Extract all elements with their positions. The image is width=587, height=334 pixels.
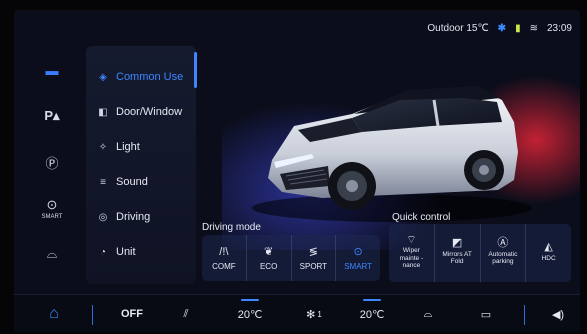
mode-smart-button[interactable]: ⊙ SMART: [336, 235, 380, 281]
fan-level-value: 1: [317, 309, 322, 319]
rear-defrost-icon: ▭: [480, 308, 492, 321]
mode-label: SMART: [344, 262, 373, 271]
front-defrost-icon: ⌓: [423, 307, 433, 320]
menu-item-label: Sound: [116, 176, 148, 188]
auto-park-icon: Ⓐ: [497, 237, 509, 250]
rail-parking[interactable]: Ⓟ: [22, 142, 82, 182]
driving-icon: ◎: [98, 211, 108, 223]
mode-label: COMF: [212, 261, 236, 271]
bluetooth-icon: ✱: [497, 22, 507, 34]
automatic-parking-button[interactable]: Ⓐ Automatic parking: [481, 224, 527, 282]
screen: Outdoor 15℃ ✱ ▮ ≋ 23:09 ▬ P▴ Ⓟ ⊙ SMART ⌓…: [14, 10, 580, 332]
car-icon: ▬: [45, 62, 59, 78]
driving-mode-title: Driving mode: [202, 222, 261, 233]
divider: [524, 305, 525, 325]
mode-sport-button[interactable]: ≶ SPORT: [292, 235, 337, 281]
rail-car-settings[interactable]: ▬: [22, 50, 82, 90]
sport-icon: ≶: [308, 246, 318, 258]
right-temp-indicator: [363, 299, 381, 301]
seat-heat-button[interactable]: ⫽: [174, 295, 198, 332]
sound-icon: ≡: [100, 176, 106, 188]
mode-eco-button[interactable]: ❦ ECO: [247, 235, 292, 281]
right-temp-control[interactable]: 20℃: [354, 295, 390, 332]
clock: 23:09: [546, 22, 572, 34]
ac-state-label: OFF: [121, 308, 143, 320]
wiper-icon: ⌔: [406, 233, 417, 246]
rail-smart[interactable]: ⊙ SMART: [22, 188, 82, 228]
left-temp-indicator: [241, 299, 259, 301]
hdc-button[interactable]: ◭ HDC: [526, 224, 571, 282]
status-bar: Outdoor 15℃ ✱ ▮ ≋ 23:09: [427, 20, 572, 36]
car-illustration: [252, 86, 532, 222]
unit-icon: ◔: [99, 246, 107, 258]
rail-park-assist[interactable]: P▴: [22, 96, 82, 136]
park-assist-icon: P▴: [44, 108, 60, 123]
outdoor-temperature: Outdoor 15℃: [427, 22, 489, 34]
quick-label: Automatic parking: [488, 250, 518, 266]
mirror-icon: ◩: [451, 237, 463, 250]
rail-car-side[interactable]: ⌓: [22, 234, 82, 274]
settings-menu: ◈ Common Use ◧ Door/Window ✧ Light ≡ Sou…: [86, 46, 196, 284]
menu-item-label: Unit: [116, 246, 136, 258]
home-icon: ⌂: [49, 305, 59, 322]
mode-label: SPORT: [299, 262, 328, 271]
car-side-icon: ⌓: [46, 246, 58, 261]
menu-item-label: Driving: [116, 211, 151, 223]
climate-bar: ⌂ OFF ⫽ 20℃ ✻ 1 20℃ ⌓ ▭ ◀): [14, 294, 580, 332]
layers-icon: ◈: [99, 71, 107, 83]
parking-icon: Ⓟ: [45, 155, 59, 171]
menu-item-common-use[interactable]: ◈ Common Use: [96, 64, 194, 90]
speaker-icon: ◀): [551, 308, 565, 321]
quick-label: HDC: [541, 254, 556, 262]
driving-mode-panel: /!\ COMF ❦ ECO ≶ SPORT ⊙ SMART: [202, 235, 380, 281]
menu-item-driving[interactable]: ◎ Driving: [96, 204, 194, 230]
wifi-icon: ≋: [529, 22, 538, 34]
fan-speed-control[interactable]: ✻ 1: [296, 295, 332, 332]
wiper-maintenance-button[interactable]: ⌔ Wiper mainte -nance: [389, 224, 435, 282]
mirrors-fold-button[interactable]: ◩ Mirrors AT Fold: [435, 224, 481, 282]
fan-icon: ✻: [306, 308, 316, 321]
left-temp-value: 20℃: [237, 308, 263, 321]
smart-icon: ⊙: [46, 196, 58, 212]
rail-smart-label: SMART: [41, 213, 63, 220]
home-button[interactable]: ⌂: [42, 295, 66, 332]
battery-icon: ▮: [515, 22, 521, 34]
seat-heat-icon: ⫽: [183, 307, 189, 320]
left-rail: ▬ P▴ Ⓟ ⊙ SMART ⌓: [22, 44, 82, 286]
mode-comf-button[interactable]: /!\ COMF: [202, 235, 247, 281]
menu-selection-indicator: [194, 52, 197, 88]
divider: [92, 305, 93, 325]
car-render: [202, 40, 580, 250]
quick-label: Wiper mainte -nance: [399, 247, 424, 269]
quick-control-title: Quick control: [392, 212, 451, 223]
quick-control-panel: ⌔ Wiper mainte -nance ◩ Mirrors AT Fold …: [389, 224, 571, 282]
menu-item-door-window[interactable]: ◧ Door/Window: [96, 99, 194, 125]
smart-mode-icon: ⊙: [353, 246, 363, 258]
right-temp-value: 20℃: [359, 308, 385, 321]
menu-item-unit[interactable]: ◔ Unit: [96, 239, 194, 265]
comfort-icon: /!\: [219, 245, 229, 258]
menu-item-label: Light: [116, 141, 140, 153]
quick-label: Mirrors AT Fold: [442, 250, 472, 266]
eco-leaf-icon: ❦: [264, 246, 274, 258]
mode-label: ECO: [259, 262, 278, 271]
door-icon: ◧: [98, 106, 108, 118]
ac-off-button[interactable]: OFF: [114, 295, 150, 332]
front-defrost-button[interactable]: ⌓: [416, 295, 440, 332]
menu-item-label: Door/Window: [116, 106, 183, 118]
menu-item-light[interactable]: ✧ Light: [96, 134, 194, 160]
volume-button[interactable]: ◀): [546, 295, 570, 332]
left-temp-control[interactable]: 20℃: [232, 295, 268, 332]
menu-item-sound[interactable]: ≡ Sound: [96, 169, 194, 195]
hdc-icon: ◭: [544, 241, 553, 253]
menu-item-label: Common Use: [116, 71, 184, 83]
light-icon: ✧: [98, 141, 108, 153]
rear-defrost-button[interactable]: ▭: [474, 295, 498, 332]
